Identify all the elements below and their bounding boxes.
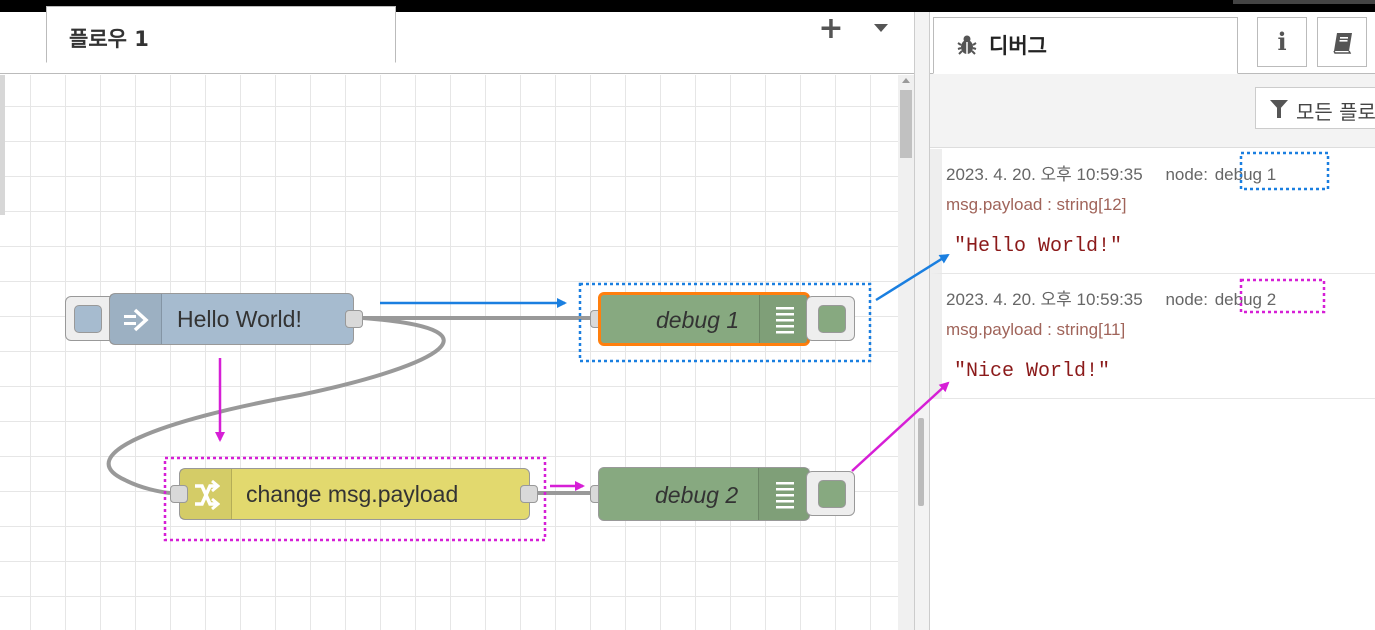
flow-tab-label: 플로우 1 bbox=[69, 27, 149, 51]
palette-edge bbox=[0, 75, 5, 215]
change-input-port[interactable] bbox=[170, 485, 188, 503]
message-date: 2023. 4. 20. 오후 10:59:35 bbox=[946, 290, 1143, 309]
change-output-port[interactable] bbox=[520, 485, 538, 503]
debug1-node[interactable]: debug 1 bbox=[598, 292, 810, 346]
debug1-toggle-button[interactable] bbox=[806, 296, 855, 341]
debug2-node-label: debug 2 bbox=[655, 482, 739, 508]
book-icon bbox=[1333, 33, 1352, 54]
inject-node[interactable]: Hello World! bbox=[109, 293, 354, 345]
scrollbar-thumb[interactable] bbox=[900, 90, 912, 158]
arrow-right-icon bbox=[124, 308, 149, 332]
filter-label: 모든 플로 bbox=[1296, 100, 1375, 124]
debug2-toggle-button[interactable] bbox=[806, 471, 855, 516]
debug1-node-label: debug 1 bbox=[656, 307, 740, 333]
shuffle-icon bbox=[195, 479, 220, 511]
change-node-label: change msg.payload bbox=[246, 481, 459, 507]
message-node-prefix: node: bbox=[1165, 165, 1208, 184]
list-icon bbox=[776, 307, 794, 334]
tab-debug[interactable]: 디버그 bbox=[933, 17, 1238, 74]
sidebar-top-strip bbox=[1233, 0, 1375, 4]
add-flow-button[interactable]: + bbox=[818, 14, 844, 44]
change-node[interactable]: change msg.payload bbox=[179, 468, 530, 520]
info-button[interactable]: i bbox=[1257, 17, 1307, 67]
canvas-vertical-scrollbar[interactable] bbox=[898, 75, 914, 630]
list-icon bbox=[776, 482, 794, 509]
scroll-up-icon[interactable] bbox=[902, 78, 910, 83]
flow-canvas[interactable] bbox=[0, 75, 914, 630]
splitter-handle[interactable] bbox=[918, 418, 924, 506]
help-button[interactable] bbox=[1317, 17, 1367, 67]
caret-down-icon[interactable] bbox=[874, 24, 888, 32]
bug-icon bbox=[957, 35, 977, 55]
message-topic[interactable]: msg.payload : string[12] bbox=[946, 195, 1126, 215]
message-node-prefix: node: bbox=[1165, 290, 1208, 309]
debug-tab-label: 디버그 bbox=[989, 34, 1047, 58]
debug2-node[interactable]: debug 2 bbox=[598, 467, 810, 521]
inject-output-port[interactable] bbox=[345, 310, 363, 328]
inject-node-label: Hello World! bbox=[177, 306, 302, 332]
message-value[interactable]: "Hello World!" bbox=[954, 235, 1122, 258]
debug-message[interactable]: 2023. 4. 20. 오후 10:59:35 node: debug 1 m… bbox=[930, 149, 1375, 274]
message-topic[interactable]: msg.payload : string[11] bbox=[946, 320, 1125, 340]
debug-message[interactable]: 2023. 4. 20. 오후 10:59:35 node: debug 2 m… bbox=[930, 274, 1375, 399]
sidebar-splitter[interactable] bbox=[914, 12, 930, 630]
tab-flow-1[interactable]: 플로우 1 bbox=[46, 6, 396, 63]
inject-trigger-button[interactable] bbox=[65, 296, 115, 341]
message-date: 2023. 4. 20. 오후 10:59:35 bbox=[946, 165, 1143, 184]
filter-button[interactable]: 모든 플로 bbox=[1255, 87, 1375, 129]
message-value[interactable]: "Nice World!" bbox=[954, 360, 1110, 383]
message-node-name[interactable]: debug 2 bbox=[1213, 290, 1278, 310]
message-node-name[interactable]: debug 1 bbox=[1213, 165, 1278, 185]
